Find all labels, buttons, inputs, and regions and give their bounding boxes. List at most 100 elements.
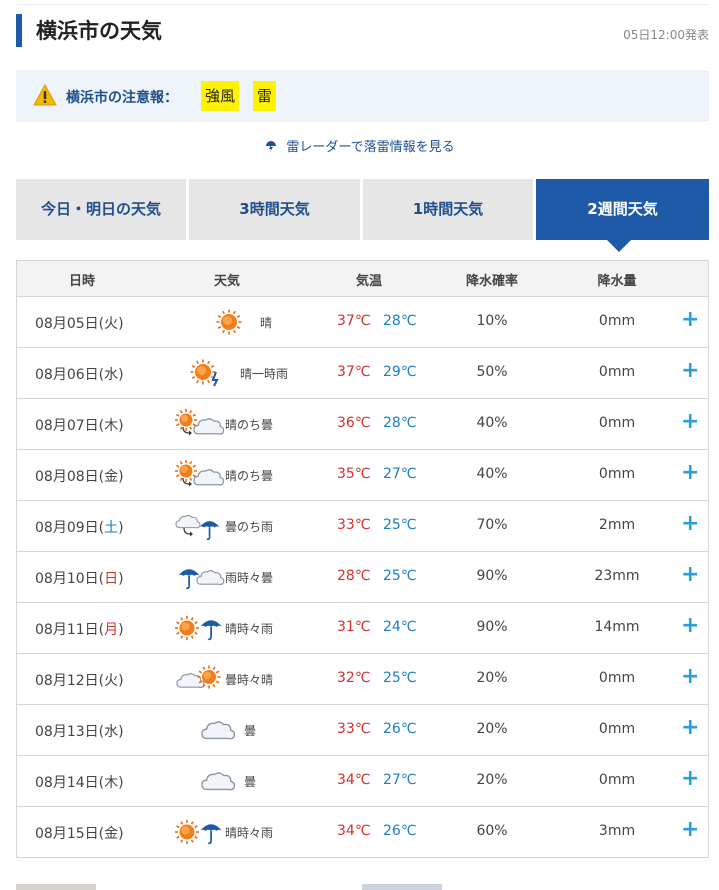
row-day-of-week: 火: [104, 316, 119, 332]
table-row[interactable]: 08月08日(金) 晴のち曇 35℃ 27℃ 40% 0mm +: [17, 450, 708, 501]
expand-row-button[interactable]: +: [681, 766, 699, 791]
row-day-of-week: 水: [104, 724, 119, 740]
row-weather-text: 晴のち曇: [225, 469, 274, 483]
row-date: 08月06日(水): [35, 367, 124, 383]
row-high-temp: 33℃: [337, 721, 371, 737]
row-day-of-week: 木: [104, 418, 119, 434]
row-precip-prob: 60%: [476, 823, 508, 839]
row-high-temp: 32℃: [337, 670, 371, 686]
expand-row-button[interactable]: +: [681, 817, 699, 842]
expand-row-button[interactable]: +: [681, 613, 699, 638]
row-weather-text: 晴一時雨: [240, 367, 289, 381]
row-weather-text: 曇: [244, 775, 257, 789]
active-tab-pointer: [607, 240, 631, 252]
table-row[interactable]: 08月14日(木) 曇 34℃ 27℃ 20% 0mm +: [17, 756, 708, 807]
row-day-of-week: 月: [104, 622, 119, 638]
sun-and-umbrella-icon: [175, 820, 223, 845]
warning-tag-wind[interactable]: 強風: [201, 81, 240, 111]
table-row[interactable]: 08月11日(月) 晴時々雨 31℃ 24℃ 90% 14mm +: [17, 603, 708, 654]
row-weather-text: 曇時々晴: [225, 673, 274, 687]
header-date: 日時: [68, 274, 95, 289]
row-date: 08月10日(日): [35, 571, 124, 587]
row-low-temp: 29℃: [383, 364, 417, 380]
tab-1-hour[interactable]: 1時間天気: [363, 179, 533, 240]
table-row[interactable]: 08月07日(木) 晴のち曇 36℃ 28℃ 40% 0mm +: [17, 399, 708, 450]
row-precip-amount: 0mm: [598, 721, 636, 737]
expand-row-button[interactable]: +: [681, 460, 699, 485]
row-date: 08月14日(木): [35, 775, 124, 791]
warning-icon: [33, 84, 57, 106]
table-row[interactable]: 08月10日(日) 雨時々曇 28℃ 25℃ 90% 23mm +: [17, 552, 708, 603]
row-precip-prob: 40%: [476, 415, 508, 431]
header-weather: 天気: [213, 274, 240, 289]
row-precip-amount: 23mm: [594, 568, 640, 584]
row-high-temp: 34℃: [337, 772, 371, 788]
row-precip-amount: 0mm: [598, 313, 636, 329]
issued-time: 05日12:00発表: [623, 28, 709, 42]
table-row[interactable]: 08月12日(火) 曇時々晴 32℃ 25℃ 20% 0mm +: [17, 654, 708, 705]
row-low-temp: 26℃: [383, 823, 417, 839]
row-weather-text: 晴時々雨: [225, 622, 274, 636]
related-thumbnail[interactable]: [16, 884, 96, 890]
tab-2-week[interactable]: 2週間天気: [536, 179, 709, 240]
row-low-temp: 25℃: [383, 568, 417, 584]
row-low-temp: 24℃: [383, 619, 417, 635]
table-row[interactable]: 08月06日(水) 晴一時雨 37℃ 29℃ 50% 0mm +: [17, 348, 708, 399]
row-weather-text: 晴のち曇: [225, 418, 274, 432]
related-thumbnail[interactable]: [362, 884, 442, 890]
expand-row-button[interactable]: +: [681, 511, 699, 536]
expand-row-button[interactable]: +: [681, 307, 699, 332]
row-high-temp: 36℃: [337, 415, 371, 431]
row-date: 08月15日(金): [35, 826, 124, 842]
table-row[interactable]: 08月05日(火) 晴 37℃ 28℃ 10% 0mm +: [17, 297, 708, 348]
warning-label: 横浜市の注意報：: [66, 90, 178, 106]
table-header: 日時 天気 気温 降水確率 降水量: [17, 261, 708, 297]
sun-and-umbrella-icon: [175, 616, 223, 641]
header-precip-amount: 降水量: [597, 274, 637, 289]
expand-row-button[interactable]: +: [681, 409, 699, 434]
table-row[interactable]: 08月15日(金) 晴時々雨 34℃ 26℃ 60% 3mm +: [17, 807, 708, 858]
row-precip-prob: 20%: [476, 670, 508, 686]
row-low-temp: 28℃: [383, 313, 417, 329]
row-precip-amount: 0mm: [598, 670, 636, 686]
sun-with-rain-icon: [190, 359, 219, 387]
row-date: 08月09日(土): [35, 520, 124, 536]
umbrella-and-cloud-icon: [178, 569, 225, 590]
row-precip-prob: 20%: [476, 772, 508, 788]
cloud-then-umbrella-icon: [175, 514, 221, 541]
row-high-temp: 37℃: [337, 313, 371, 329]
sun-icon: [216, 309, 242, 335]
row-date: 08月08日(金): [35, 469, 124, 485]
row-precip-prob: 40%: [476, 466, 508, 482]
expand-row-button[interactable]: +: [681, 664, 699, 689]
row-day-of-week: 土: [104, 520, 119, 536]
expand-row-button[interactable]: +: [681, 562, 699, 587]
tab-today-tomorrow[interactable]: 今日・明日の天気: [16, 179, 186, 240]
radar-link[interactable]: 雷レーダーで落雷情報を見る: [286, 140, 454, 155]
forecast-tabs: 今日・明日の天気 3時間天気 1時間天気 2週間天気: [16, 179, 709, 240]
row-weather-text: 晴: [260, 316, 273, 330]
expand-row-button[interactable]: +: [681, 358, 699, 383]
row-low-temp: 27℃: [383, 466, 417, 482]
page-title: 横浜市の天気: [36, 19, 162, 43]
sun-then-cloud-icon: [175, 460, 225, 487]
row-precip-amount: 0mm: [598, 415, 636, 431]
row-date: 08月07日(木): [35, 418, 124, 434]
row-date: 08月12日(火): [35, 673, 124, 689]
table-row[interactable]: 08月09日(土) 曇のち雨 33℃ 25℃ 70% 2mm +: [17, 501, 708, 552]
header-precip-prob: 降水確率: [465, 274, 518, 289]
tab-3-hour[interactable]: 3時間天気: [189, 179, 360, 240]
row-precip-amount: 3mm: [598, 823, 636, 839]
row-date: 08月11日(月): [35, 622, 124, 638]
row-precip-amount: 2mm: [598, 517, 636, 533]
expand-row-button[interactable]: +: [681, 715, 699, 740]
row-low-temp: 28℃: [383, 415, 417, 431]
row-precip-amount: 0mm: [598, 772, 636, 788]
row-weather-text: 晴時々雨: [225, 826, 274, 840]
table-row[interactable]: 08月13日(水) 曇 33℃ 26℃ 20% 0mm +: [17, 705, 708, 756]
row-high-temp: 34℃: [337, 823, 371, 839]
row-day-of-week: 金: [104, 469, 119, 485]
cloud-and-sun-icon: [176, 665, 221, 689]
warning-tag-thunder[interactable]: 雷: [253, 81, 277, 111]
header-temp: 気温: [355, 274, 382, 289]
